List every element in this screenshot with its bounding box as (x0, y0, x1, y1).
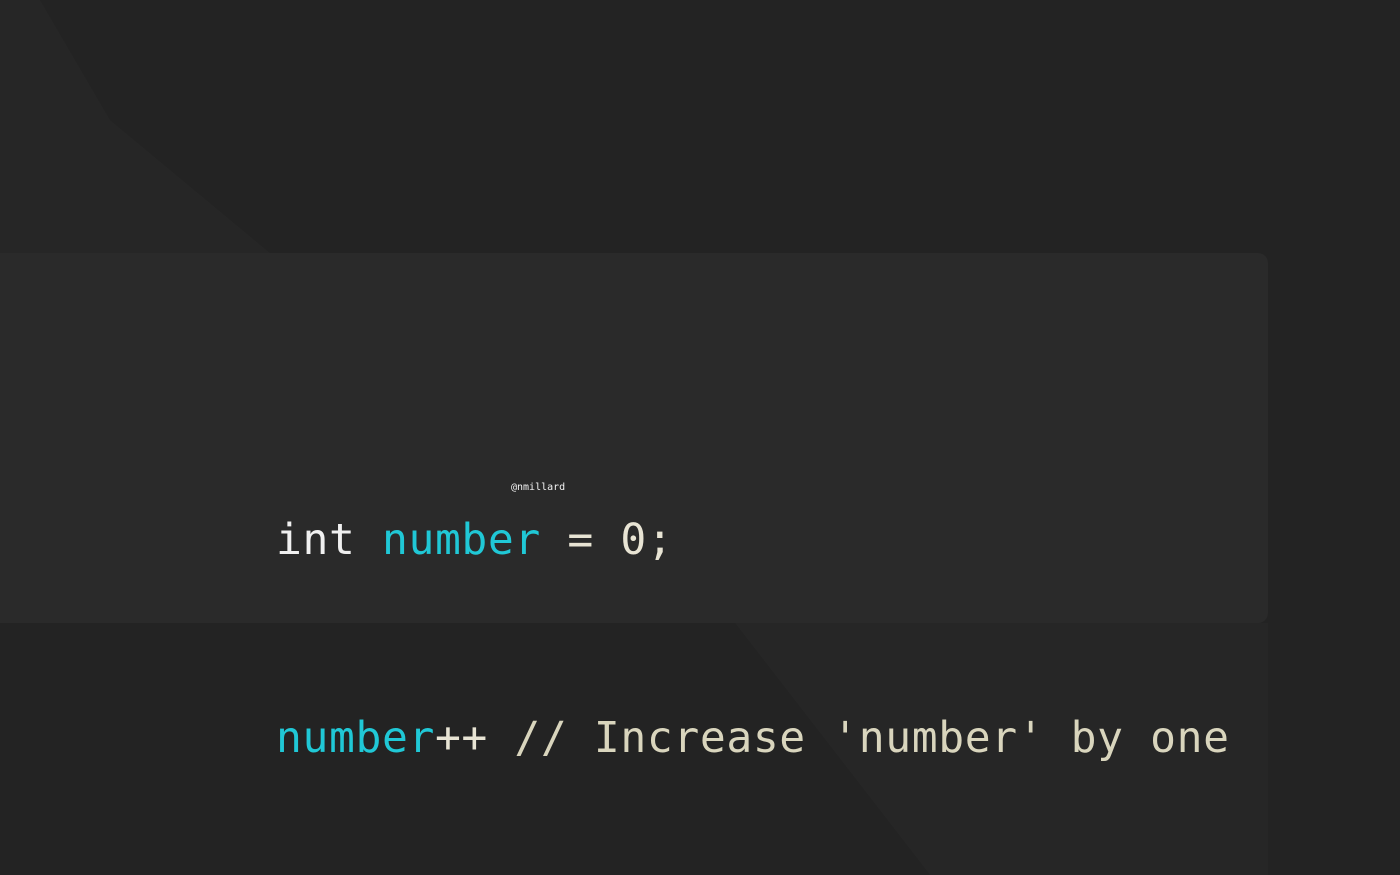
keyword-token: int (276, 515, 356, 565)
author-watermark: @nmillard (511, 482, 566, 493)
code-comment: // Increase 'number' by one (514, 713, 1230, 763)
semicolon-token: ; (646, 515, 674, 565)
code-block: int number = 0; number++ // Increase 'nu… (276, 375, 1230, 875)
canvas: int number = 0; number++ // Increase 'nu… (0, 0, 1400, 875)
operator-token: = (567, 515, 594, 565)
identifier-token: number (381, 515, 541, 565)
identifier-token: number (276, 713, 435, 763)
code-line-1: int number = 0; (276, 507, 1230, 573)
code-line-2: number++ // Increase 'number' by one (276, 705, 1230, 771)
number-literal: 0 (620, 515, 647, 565)
increment-operator: ++ (434, 713, 488, 763)
